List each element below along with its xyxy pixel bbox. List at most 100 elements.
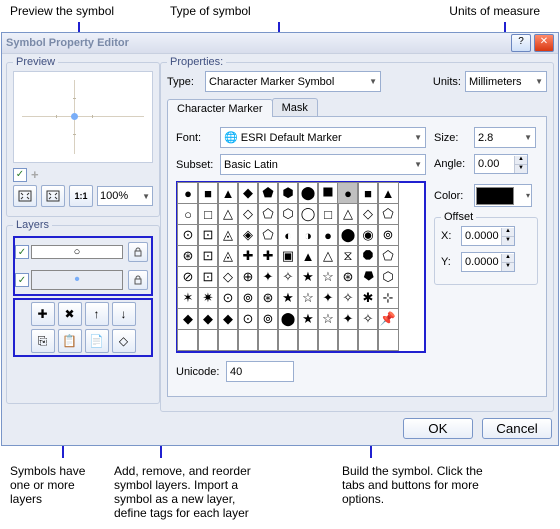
glyph-cell[interactable]: ✧ xyxy=(277,266,299,288)
glyph-cell[interactable]: ⊹ xyxy=(377,287,399,309)
glyph-cell[interactable]: ★ xyxy=(277,287,299,309)
glyph-cell[interactable] xyxy=(257,329,279,351)
close-button[interactable]: ✕ xyxy=(534,34,554,52)
glyph-cell[interactable]: ◐ xyxy=(277,224,299,246)
tab-character-marker[interactable]: Character Marker xyxy=(167,99,273,117)
layer-swatch[interactable]: ○ xyxy=(31,245,123,259)
glyph-cell[interactable]: ⬤ xyxy=(297,182,319,204)
glyph-cell[interactable]: ■ xyxy=(197,182,219,204)
layer-lock-button[interactable] xyxy=(128,242,148,262)
font-combo[interactable]: 🌐 ESRI Default Marker▼ xyxy=(220,127,426,148)
glyph-cell[interactable]: ⊡ xyxy=(197,266,219,288)
subset-combo[interactable]: Basic Latin▼ xyxy=(220,154,426,175)
glyph-cell[interactable] xyxy=(337,329,359,351)
glyph-cell[interactable]: ⊚ xyxy=(257,308,279,330)
glyph-cell[interactable]: ✷ xyxy=(197,287,219,309)
angle-spinner[interactable]: 0.00 ▲▼ xyxy=(474,154,528,174)
glyph-cell[interactable]: ◬ xyxy=(217,224,239,246)
glyph-cell[interactable]: ⬢ xyxy=(277,182,299,204)
glyph-grid[interactable]: ●■▲◆⬟⬢⬤⯀●■▲○□△◇⬠⬡◯□△◇⬠⊙⊡◬◈⬠◐◑●⬤◉⊚⊛⊡◬✚✚▣▲… xyxy=(176,181,426,353)
glyph-cell[interactable]: □ xyxy=(317,203,339,225)
glyph-cell[interactable]: △ xyxy=(217,203,239,225)
glyph-cell[interactable]: ✧ xyxy=(337,287,359,309)
glyph-cell[interactable]: ▲ xyxy=(217,182,239,204)
glyph-cell[interactable]: ⬡ xyxy=(277,203,299,225)
glyph-cell[interactable]: ⬡ xyxy=(377,266,399,288)
glyph-cell[interactable]: ⯀ xyxy=(317,182,339,204)
glyph-cell[interactable]: ✚ xyxy=(237,245,259,267)
glyph-cell[interactable]: 📌 xyxy=(377,308,399,330)
ok-button[interactable]: OK xyxy=(403,418,473,439)
glyph-cell[interactable]: ▣ xyxy=(277,245,299,267)
glyph-cell[interactable]: ★ xyxy=(297,266,319,288)
glyph-cell[interactable]: ⊛ xyxy=(337,266,359,288)
glyph-cell[interactable]: ⬠ xyxy=(257,203,279,225)
glyph-cell[interactable]: ✚ xyxy=(257,245,279,267)
glyph-cell[interactable] xyxy=(237,329,259,351)
offset-y-spinner[interactable]: 0.0000 ▲▼ xyxy=(461,252,515,272)
unicode-input[interactable]: 40 xyxy=(226,361,294,382)
glyph-cell[interactable]: ⊘ xyxy=(177,266,199,288)
glyph-cell[interactable]: ⊡ xyxy=(197,245,219,267)
glyph-cell[interactable]: ✦ xyxy=(317,287,339,309)
glyph-cell[interactable]: □ xyxy=(197,203,219,225)
glyph-cell[interactable]: ⯃ xyxy=(357,245,379,267)
glyph-cell[interactable]: ✦ xyxy=(257,266,279,288)
glyph-cell[interactable]: ▲ xyxy=(377,182,399,204)
preview-checkbox[interactable]: ✓ xyxy=(13,168,27,182)
move-layer-up-button[interactable]: ↑ xyxy=(85,302,109,326)
glyph-cell[interactable]: ⊡ xyxy=(197,224,219,246)
glyph-cell[interactable]: ✱ xyxy=(357,287,379,309)
glyph-cell[interactable]: ⊛ xyxy=(177,245,199,267)
glyph-cell[interactable]: ⯂ xyxy=(357,266,379,288)
glyph-cell[interactable]: ◇ xyxy=(237,203,259,225)
glyph-cell[interactable] xyxy=(277,329,299,351)
size-combo[interactable]: 2.8▼ xyxy=(474,127,536,148)
glyph-cell[interactable]: ☆ xyxy=(317,266,339,288)
glyph-cell[interactable]: ▲ xyxy=(297,245,319,267)
units-combo[interactable]: Millimeters▼ xyxy=(465,71,547,92)
glyph-cell[interactable]: ⊙ xyxy=(177,224,199,246)
glyph-cell[interactable]: ◈ xyxy=(237,224,259,246)
offset-x-spinner[interactable]: 0.0000 ▲▼ xyxy=(461,226,515,246)
zoom-combo[interactable]: 100%▼ xyxy=(97,186,153,206)
copy-layer-button[interactable]: ⎘ xyxy=(31,329,55,353)
glyph-cell[interactable] xyxy=(217,329,239,351)
glyph-cell[interactable] xyxy=(297,329,319,351)
add-layer-button[interactable]: ✚ xyxy=(31,302,55,326)
glyph-cell[interactable]: ● xyxy=(177,182,199,204)
move-layer-down-button[interactable]: ↓ xyxy=(112,302,136,326)
glyph-cell[interactable]: ⬠ xyxy=(377,245,399,267)
glyph-cell[interactable]: ● xyxy=(337,182,359,204)
glyph-cell[interactable] xyxy=(317,329,339,351)
delete-layer-button[interactable]: ✖ xyxy=(58,302,82,326)
glyph-cell[interactable]: ◇ xyxy=(357,203,379,225)
glyph-cell[interactable]: ⧖ xyxy=(337,245,359,267)
cancel-button[interactable]: Cancel xyxy=(482,418,552,439)
help-button[interactable]: ? xyxy=(511,34,531,52)
glyph-cell[interactable]: ■ xyxy=(357,182,379,204)
glyph-cell[interactable] xyxy=(177,329,199,351)
glyph-cell[interactable]: ⊙ xyxy=(217,287,239,309)
glyph-cell[interactable]: ⬤ xyxy=(337,224,359,246)
glyph-cell[interactable]: ⬠ xyxy=(257,224,279,246)
layer-row[interactable]: ✓ • xyxy=(15,266,151,294)
glyph-cell[interactable]: ★ xyxy=(297,308,319,330)
glyph-cell[interactable]: ☆ xyxy=(297,287,319,309)
tab-mask[interactable]: Mask xyxy=(272,98,318,116)
import-layer-button[interactable]: 📄 xyxy=(85,329,109,353)
glyph-cell[interactable]: ○ xyxy=(177,203,199,225)
tags-layer-button[interactable]: ◇ xyxy=(112,329,136,353)
glyph-cell[interactable]: ✶ xyxy=(177,287,199,309)
glyph-cell[interactable]: ◆ xyxy=(217,308,239,330)
glyph-cell[interactable]: ⊛ xyxy=(257,287,279,309)
glyph-cell[interactable]: ◇ xyxy=(217,266,239,288)
layer-lock-button[interactable] xyxy=(128,270,148,290)
zoom-full-button[interactable] xyxy=(41,185,65,207)
glyph-cell[interactable]: ⊚ xyxy=(237,287,259,309)
glyph-cell[interactable]: ✦ xyxy=(337,308,359,330)
glyph-cell[interactable]: ☆ xyxy=(317,308,339,330)
layer-visibility-checkbox[interactable]: ✓ xyxy=(15,245,29,259)
glyph-cell[interactable]: ⬟ xyxy=(257,182,279,204)
color-picker[interactable]: ▾ xyxy=(474,184,532,207)
